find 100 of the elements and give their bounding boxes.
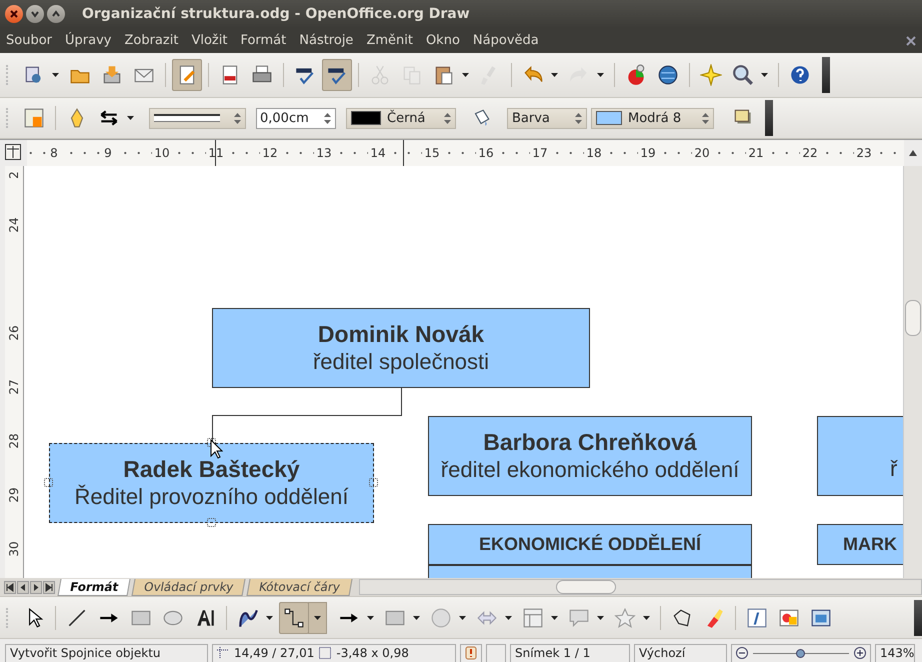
ruler-label: 26: [7, 324, 21, 342]
selection-handle[interactable]: [206, 518, 216, 527]
window-title: Organizační struktura.odg - OpenOffice.org Draw: [82, 6, 470, 22]
maximize-button[interactable]: [47, 5, 65, 23]
caret-icon[interactable]: [551, 616, 558, 620]
ruler-label: 13: [314, 146, 334, 160]
caret-icon[interactable]: [308, 602, 327, 634]
person-name: Dominik Novák: [318, 321, 484, 349]
ruler-label: 20: [692, 146, 712, 160]
vertical-scrollbar[interactable]: [903, 166, 922, 578]
area-style-dropdown[interactable]: Barva: [507, 108, 587, 128]
ruler-label: 28: [7, 432, 21, 450]
close-icon: [9, 9, 19, 19]
zoom-percent: 143%: [875, 644, 915, 662]
caret-icon[interactable]: [505, 616, 512, 620]
connector-icon[interactable]: [279, 602, 309, 634]
cursor-icon: [210, 439, 223, 459]
position-text: 14,49 / 27,01: [234, 646, 314, 660]
ruler-label: 18: [584, 146, 604, 160]
menu-item[interactable]: Změnit: [360, 33, 420, 48]
line-color-dropdown[interactable]: Černá: [346, 108, 456, 128]
caret-icon[interactable]: [413, 616, 420, 620]
minimize-button[interactable]: [26, 5, 44, 23]
size-icon: [319, 647, 332, 659]
org-chart-box[interactable]: ř: [817, 416, 903, 496]
menu-item[interactable]: Nápověda: [466, 33, 546, 48]
menu-item[interactable]: Zobrazit: [118, 33, 186, 48]
caret-icon[interactable]: [551, 73, 558, 77]
spin-icon: [702, 112, 709, 124]
ruler-label: 19: [638, 146, 658, 160]
last-sheet-button[interactable]: [43, 580, 55, 594]
menu-item[interactable]: Okno: [420, 33, 467, 48]
ruler-label: 23: [854, 146, 874, 160]
caret-icon[interactable]: [127, 116, 134, 120]
spin-icon: [575, 112, 582, 124]
spin-icon: [444, 112, 451, 124]
ruler-corner-icon[interactable]: [5, 144, 23, 162]
ruler-label: 24: [7, 216, 21, 234]
ruler-label: 8: [48, 146, 60, 160]
job-title: ř: [890, 456, 898, 482]
department-box[interactable]: MARK: [817, 524, 903, 565]
toolbar-handle[interactable]: [765, 100, 773, 136]
close-icon[interactable]: [906, 36, 916, 46]
ruler-label: 9: [102, 146, 114, 160]
sheet-tab[interactable]: Kótovací čáry: [246, 578, 353, 596]
caret-icon[interactable]: [459, 616, 466, 620]
toolbar-handle[interactable]: [914, 600, 922, 636]
caret-icon[interactable]: [597, 73, 604, 77]
modified-icon: [465, 646, 477, 660]
menu-item[interactable]: Vložit: [185, 33, 234, 48]
org-chart-box[interactable]: Radek Baštecký Ředitel provozního oddělení: [49, 443, 374, 523]
caret-icon[interactable]: [367, 616, 374, 620]
sheet-tab[interactable]: Ovládací prvky: [132, 578, 246, 596]
person-name: Barbora Chreňková: [483, 429, 697, 457]
chevron-up-icon: [51, 9, 61, 19]
autospellcheck-icon[interactable]: [322, 59, 352, 91]
menu-item[interactable]: Soubor: [0, 33, 59, 48]
size-text: -3,48 x 0,98: [336, 646, 409, 660]
zoom-in-button[interactable]: [854, 647, 866, 659]
ruler-label: 14: [368, 146, 388, 160]
menu-item[interactable]: Formát: [234, 33, 294, 48]
department-name: EKONOMICKÉ ODDĚLENÍ: [478, 534, 701, 556]
department-name: MARK: [843, 534, 897, 556]
caret-icon[interactable]: [643, 616, 650, 620]
toolbar-handle[interactable]: [822, 57, 830, 93]
selection-handle[interactable]: [369, 478, 378, 487]
scroll-up-icon[interactable]: [909, 150, 917, 156]
ruler-label: 15: [422, 146, 442, 160]
menu-item[interactable]: Nástroje: [293, 33, 360, 48]
caret-icon[interactable]: [52, 73, 59, 77]
sheet-tab[interactable]: Formát: [58, 578, 131, 596]
horizontal-scrollbar[interactable]: [359, 579, 922, 595]
caret-icon[interactable]: [597, 616, 604, 620]
ruler-label: 2: [7, 170, 21, 181]
layout-name: Výchozí: [634, 644, 727, 662]
line-width-field[interactable]: 0,00cm: [256, 108, 336, 128]
previous-sheet-button[interactable]: [17, 580, 29, 594]
caret-icon[interactable]: [462, 73, 469, 77]
close-button[interactable]: [5, 5, 23, 23]
ruler-label: 16: [476, 146, 496, 160]
caret-icon[interactable]: [266, 616, 273, 620]
selection-handle[interactable]: [44, 478, 53, 487]
caret-icon[interactable]: [761, 73, 768, 77]
department-box[interactable]: EKONOMICKÉ ODDĚLENÍ: [428, 524, 752, 565]
org-chart-box[interactable]: Dominik Novák ředitel společnosti: [212, 308, 590, 388]
ruler-label: 27: [7, 378, 21, 396]
zoom-out-button[interactable]: [736, 647, 748, 659]
job-title: ředitel společnosti: [312, 348, 490, 375]
status-text: Vytvořit Spojnice objektu: [5, 644, 208, 662]
org-chart-box[interactable]: Barbora Chreňková ředitel ekonomického oddělení: [428, 416, 752, 496]
edit-file-icon[interactable]: [172, 59, 202, 91]
next-sheet-button[interactable]: [30, 580, 42, 594]
area-color-dropdown[interactable]: Modrá 8: [591, 108, 714, 128]
first-sheet-button[interactable]: [4, 580, 16, 594]
chevron-down-icon: [30, 9, 40, 19]
position-icon: [217, 647, 229, 659]
spin-icon[interactable]: [324, 112, 331, 124]
line-style-dropdown[interactable]: [149, 108, 246, 128]
menu-item[interactable]: Úpravy: [59, 33, 118, 48]
ruler-label: 21: [746, 146, 766, 160]
